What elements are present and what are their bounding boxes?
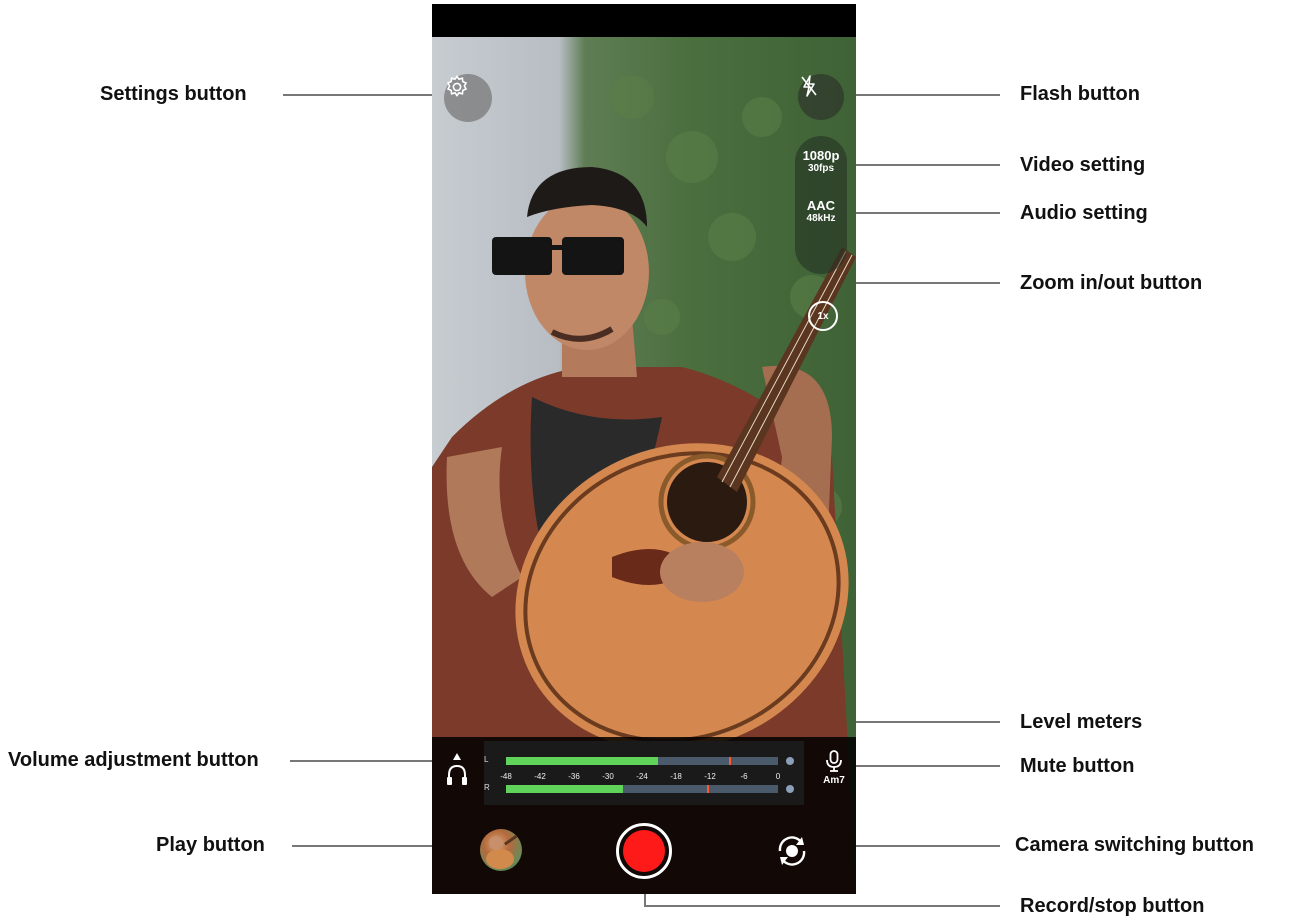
headphones-icon bbox=[447, 753, 467, 785]
gear-icon bbox=[446, 75, 468, 97]
meter-scale-tick: -18 bbox=[670, 772, 682, 781]
callout-audio-setting: Audio setting bbox=[1020, 202, 1148, 224]
meter-left-fill bbox=[506, 757, 658, 765]
audio-rate: 48kHz bbox=[806, 213, 836, 224]
record-icon bbox=[623, 830, 665, 872]
callout-camera-switch: Camera switching button bbox=[1015, 834, 1254, 856]
settings-button[interactable] bbox=[444, 74, 492, 122]
mute-button[interactable]: Am7 bbox=[816, 749, 852, 789]
flash-button[interactable] bbox=[798, 74, 844, 120]
callout-level-meters: Level meters bbox=[1020, 711, 1143, 733]
meter-scale-tick: -24 bbox=[636, 772, 648, 781]
meter-scale-tick: -30 bbox=[602, 772, 614, 781]
meter-scale-tick: 0 bbox=[775, 772, 781, 781]
meter-scale-tick: -36 bbox=[568, 772, 580, 781]
level-meters: L -48 -42 -36 -30 -24 -18 -12 -6 0 R bbox=[484, 741, 804, 805]
meter-right-fill bbox=[506, 785, 623, 793]
meter-scale-tick: -6 bbox=[740, 772, 748, 781]
format-settings-panel: 1080p 30fps AAC 48kHz bbox=[795, 136, 847, 274]
meter-scale-tick: -48 bbox=[500, 772, 512, 781]
camera-switch-icon bbox=[778, 836, 806, 866]
microphone-icon bbox=[826, 750, 842, 772]
volume-adjustment-button[interactable] bbox=[442, 751, 472, 789]
meter-left-peak bbox=[729, 757, 731, 765]
callout-mute: Mute button bbox=[1020, 755, 1135, 777]
zoom-button[interactable]: 1x bbox=[808, 301, 838, 331]
callout-settings: Settings button bbox=[100, 83, 247, 105]
play-button[interactable] bbox=[480, 829, 522, 871]
record-stop-button[interactable] bbox=[616, 823, 672, 879]
meter-left-track bbox=[506, 757, 778, 765]
video-fps: 30fps bbox=[807, 163, 835, 174]
playback-thumbnail bbox=[486, 834, 518, 869]
meter-left: L bbox=[484, 755, 794, 765]
meter-left-label: L bbox=[484, 755, 489, 764]
meter-right-label: R bbox=[484, 783, 490, 792]
callout-flash: Flash button bbox=[1020, 83, 1140, 105]
flash-off-icon bbox=[801, 75, 817, 97]
meter-scale: -48 -42 -36 -30 -24 -18 -12 -6 0 bbox=[500, 772, 786, 784]
meter-right: R bbox=[484, 783, 794, 793]
meter-right-clip-indicator bbox=[786, 785, 794, 793]
callout-video-setting: Video setting bbox=[1020, 154, 1146, 176]
video-setting-button[interactable]: 1080p 30fps bbox=[795, 148, 847, 175]
chord-label: Am7 bbox=[823, 775, 845, 786]
callout-zoom: Zoom in/out button bbox=[1020, 272, 1203, 294]
meter-right-track bbox=[506, 785, 778, 793]
audio-codec: AAC bbox=[806, 198, 836, 213]
callout-record: Record/stop button bbox=[1020, 895, 1205, 917]
meter-scale-tick: -12 bbox=[704, 772, 716, 781]
zoom-level: 1x bbox=[817, 310, 829, 322]
video-resolution: 1080p bbox=[802, 148, 840, 163]
phone-screen: 1080p 30fps AAC 48kHz 1x L -48 -42 -36 -… bbox=[432, 4, 856, 894]
callout-play: Play button bbox=[156, 834, 265, 856]
bottom-control-bar: L -48 -42 -36 -30 -24 -18 -12 -6 0 R Am7 bbox=[432, 737, 856, 894]
meter-right-peak bbox=[707, 785, 709, 793]
callout-volume: Volume adjustment button bbox=[8, 749, 259, 771]
audio-setting-button[interactable]: AAC 48kHz bbox=[795, 198, 847, 225]
camera-switching-button[interactable] bbox=[772, 831, 812, 871]
meter-left-clip-indicator bbox=[786, 757, 794, 765]
meter-scale-tick: -42 bbox=[534, 772, 546, 781]
